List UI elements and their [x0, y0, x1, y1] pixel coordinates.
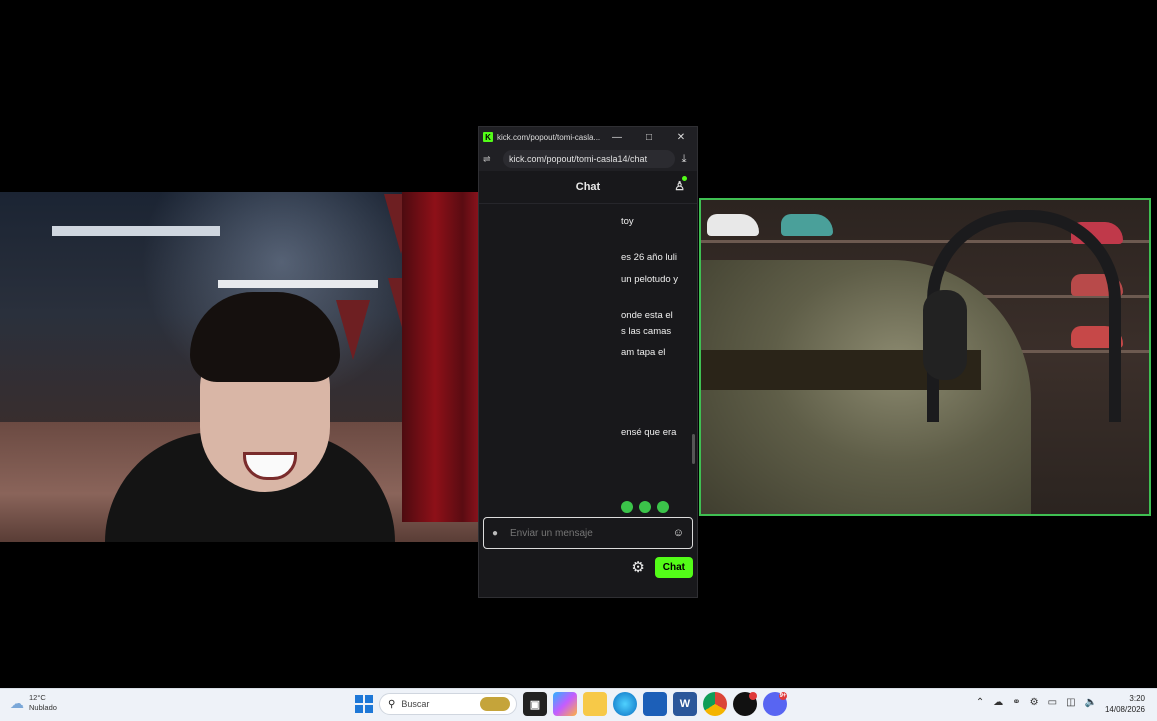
microphone-icon[interactable]: ⚭ — [1012, 697, 1020, 708]
system-tray: ⌃ ☁ ⚭ ⚙ ▭ ◫ 🔈 — [976, 697, 1097, 708]
minimize-icon[interactable]: — — [601, 132, 633, 143]
chat-header: Chat ♙ — [479, 171, 697, 204]
search-placeholder: Buscar — [401, 699, 430, 709]
emoji-icon[interactable]: ☺ — [673, 527, 684, 539]
users-icon[interactable]: ♙ — [674, 179, 685, 193]
streamer — [105, 292, 395, 542]
webcam-left — [0, 192, 512, 542]
gear-icon[interactable]: ⚙ — [631, 558, 644, 576]
site-info-icon[interactable]: ⇌ — [483, 154, 497, 165]
taskbar: ☁ 12°C Nublado ⚲ Buscar ▣ W 9+ ⌃ ☁ ⚭ ⚙ ▭… — [0, 688, 1157, 721]
search-icon: ⚲ — [388, 698, 396, 710]
online-dot — [682, 176, 687, 181]
task-view-icon[interactable]: ▣ — [523, 692, 547, 716]
chat-messages[interactable]: toy es 26 año luli un pelotudo y onde es… — [479, 204, 697, 517]
chat-message: un pelotudo y — [621, 274, 679, 285]
shelf — [218, 280, 378, 288]
display-icon[interactable]: ▭ — [1048, 697, 1057, 708]
taskbar-apps: ⚲ Buscar ▣ W 9+ — [355, 692, 787, 716]
chat-message: toy — [621, 216, 634, 227]
chat-footer: ⚙ Chat — [479, 549, 697, 585]
clock-date: 14/08/2026 — [1104, 705, 1145, 714]
chat-message: am tapa el — [621, 347, 666, 358]
store-icon[interactable] — [643, 692, 667, 716]
weather-desc: Nublado — [29, 703, 57, 712]
address-bar: ⇌ kick.com/popout/tomi-casla14/chat ⤓ — [479, 147, 697, 171]
chat-message: ensé que era — [621, 427, 677, 438]
edge-icon[interactable] — [613, 692, 637, 716]
copilot-icon[interactable] — [553, 692, 577, 716]
cloud-offline-icon[interactable]: ☁ — [993, 697, 1003, 708]
url-field[interactable]: kick.com/popout/tomi-casla14/chat — [503, 150, 675, 168]
clock[interactable]: 3:20 14/08/2026 — [1105, 693, 1145, 715]
window-title: kick.com/popout/tomi-casla... — [497, 132, 601, 142]
word-icon[interactable]: W — [673, 692, 697, 716]
download-icon[interactable]: ⤓ — [675, 153, 693, 166]
search-highlight-image — [480, 697, 510, 711]
taskbar-search[interactable]: ⚲ Buscar — [379, 693, 517, 715]
clock-time: 3:20 — [1129, 694, 1145, 703]
security-icon[interactable]: ⚙ — [1030, 697, 1039, 708]
chat-popout-window: K kick.com/popout/tomi-casla... — □ ✕ ⇌ … — [478, 126, 698, 598]
weather-widget[interactable]: ☁ 12°C Nublado — [10, 693, 57, 713]
emote-row — [621, 501, 669, 513]
kick-logo-icon: K — [483, 132, 493, 142]
app-icon[interactable] — [733, 692, 757, 716]
shelf — [52, 226, 220, 236]
chevron-up-icon[interactable]: ⌃ — [976, 697, 984, 708]
chat-message: onde esta el — [621, 310, 673, 321]
volume-icon[interactable]: 🔈 — [1085, 697, 1097, 708]
discord-icon[interactable]: 9+ — [763, 692, 787, 716]
emote-icon — [621, 501, 633, 513]
cloud-icon: ☁ — [10, 694, 24, 711]
maximize-icon[interactable]: □ — [633, 132, 665, 143]
message-input[interactable] — [508, 526, 673, 540]
send-chat-button[interactable]: Chat — [654, 556, 693, 578]
chat-message: s las camas — [621, 326, 672, 337]
close-icon[interactable]: ✕ — [665, 132, 697, 143]
file-explorer-icon[interactable] — [583, 692, 607, 716]
network-icon[interactable]: ◫ — [1066, 697, 1075, 708]
weather-temp: 12°C — [29, 693, 46, 702]
webcam-right — [699, 198, 1151, 516]
chat-title: Chat — [575, 181, 601, 193]
message-input-box[interactable]: ● ☺ — [483, 517, 693, 549]
emote-icon — [639, 501, 651, 513]
reply-icon[interactable]: ● — [492, 528, 508, 539]
scrollbar[interactable] — [692, 434, 695, 464]
windows-start-icon[interactable] — [355, 695, 373, 713]
chrome-icon[interactable] — [703, 692, 727, 716]
title-bar: K kick.com/popout/tomi-casla... — □ ✕ — [479, 127, 697, 147]
emote-icon — [657, 501, 669, 513]
chat-message: es 26 año luli — [621, 252, 677, 263]
earcup — [923, 290, 967, 380]
